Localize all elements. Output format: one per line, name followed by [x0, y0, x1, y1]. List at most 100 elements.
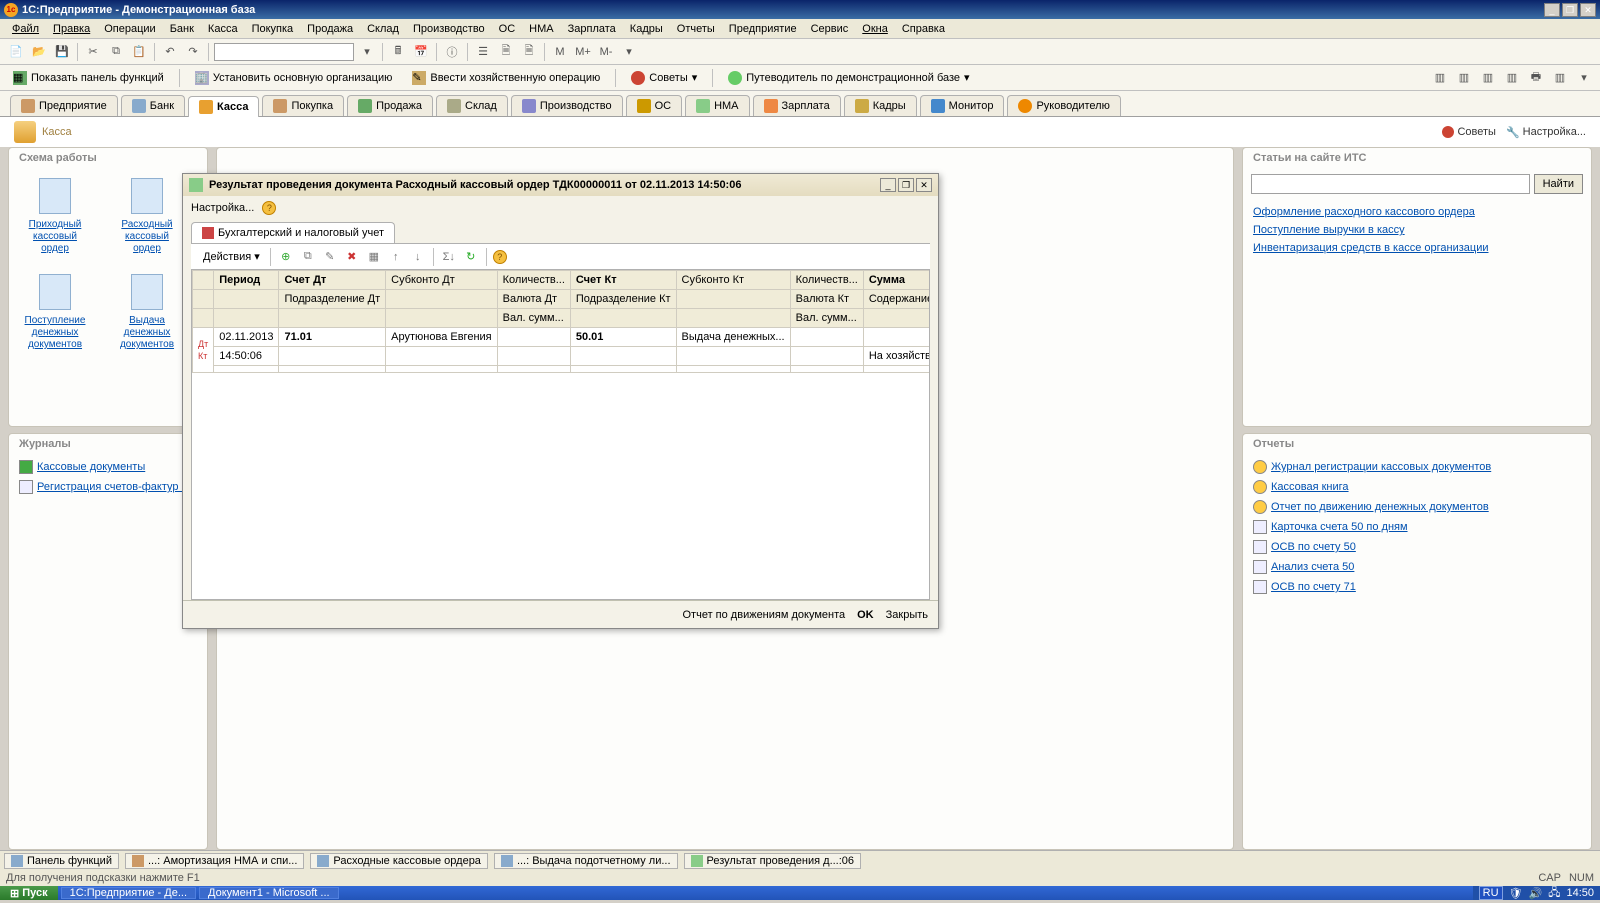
header-tips-button[interactable]: Советы [1442, 126, 1495, 139]
tab-enterprise[interactable]: Предприятие [10, 95, 118, 116]
m-button[interactable]: M [550, 42, 570, 62]
header-settings-button[interactable]: 🔧Настройка... [1506, 126, 1586, 139]
clock[interactable]: 14:50 [1566, 887, 1594, 899]
wtab-issue[interactable]: ...: Выдача подотчетному ли... [494, 853, 678, 869]
menu-kassa[interactable]: Касса [202, 21, 244, 37]
minimize-button[interactable]: _ [1544, 3, 1560, 17]
tab-kassa[interactable]: Касса [188, 96, 259, 117]
menu-reports[interactable]: Отчеты [671, 21, 721, 37]
tab-warehouse[interactable]: Склад [436, 95, 508, 116]
guide-button[interactable]: Путеводитель по демонстрационной базе▾ [721, 68, 976, 88]
report-link-4[interactable]: Карточка счета 50 по дням [1253, 520, 1581, 534]
doc2-icon[interactable]: 🗎 [519, 42, 539, 62]
paste-icon[interactable]: 📋 [129, 42, 149, 62]
refresh-icon[interactable]: ↻ [462, 248, 480, 266]
schema-item-outcome[interactable]: Расходный кассовый ордер [111, 178, 183, 254]
copy-row-icon[interactable]: ⧉ [299, 248, 317, 266]
tab-hr[interactable]: Кадры [844, 95, 917, 116]
footer-ok-button[interactable]: OK [857, 609, 874, 621]
help-icon[interactable]: ⓘ [442, 42, 462, 62]
tab-production[interactable]: Производство [511, 95, 623, 116]
redo-icon[interactable]: ↷ [183, 42, 203, 62]
report-link-2[interactable]: Кассовая книга [1253, 480, 1581, 494]
tab-purchase[interactable]: Покупка [262, 95, 344, 116]
doc-icon[interactable]: 🗎 [496, 42, 516, 62]
its-link-1[interactable]: Оформление расходного кассового ордера [1253, 206, 1581, 218]
wtab-result[interactable]: Результат проведения д...:06 [684, 853, 862, 869]
its-link-2[interactable]: Поступление выручки в кассу [1253, 224, 1581, 236]
actions-dropdown[interactable]: Действия ▾ [199, 248, 264, 265]
side-icon-6[interactable]: ▥ [1550, 68, 1570, 88]
report-link-7[interactable]: ОСВ по счету 71 [1253, 580, 1581, 594]
its-search-button[interactable]: Найти [1534, 174, 1583, 194]
tab-os[interactable]: ОС [626, 95, 683, 116]
schema-item-outflow[interactable]: Выдача денежных документов [111, 274, 183, 350]
delete-icon[interactable]: ✖ [343, 248, 361, 266]
menu-operations[interactable]: Операции [98, 21, 161, 37]
menu-bank[interactable]: Банк [164, 21, 200, 37]
side-icon-1[interactable]: ▥ [1430, 68, 1450, 88]
mplus-button[interactable]: M+ [573, 42, 593, 62]
list-icon[interactable]: ☰ [473, 42, 493, 62]
copy-icon[interactable]: ⧉ [106, 42, 126, 62]
open-icon[interactable]: 📂 [29, 42, 49, 62]
menu-service[interactable]: Сервис [805, 21, 855, 37]
menu-nma[interactable]: НМА [523, 21, 559, 37]
tab-nma[interactable]: НМА [685, 95, 749, 116]
tab-sale[interactable]: Продажа [347, 95, 433, 116]
wtab-rko[interactable]: Расходные кассовые ордера [310, 853, 488, 869]
mark-icon[interactable]: ▦ [365, 248, 383, 266]
side-icon-7[interactable]: ▾ [1574, 68, 1594, 88]
grid-help-icon[interactable]: ? [493, 250, 507, 264]
close-button[interactable]: ✕ [1580, 3, 1596, 17]
dialog-settings-link[interactable]: Настройка... [191, 202, 254, 214]
taskbar-item-1c[interactable]: 1С:Предприятие - Де... [61, 887, 196, 899]
mminus-button[interactable]: M- [596, 42, 616, 62]
menu-edit[interactable]: Правка [47, 21, 96, 37]
enter-op-button[interactable]: ✎Ввести хозяйственную операцию [405, 68, 607, 88]
wtab-panel[interactable]: Панель функций [4, 853, 119, 869]
side-icon-2[interactable]: ▥ [1454, 68, 1474, 88]
table-row[interactable]: ДтКт 02.11.2013 71.01 Арутюнова Евгения … [193, 328, 931, 347]
tray-icon[interactable]: 🔊 [1529, 887, 1543, 900]
search-next-icon[interactable]: ▾ [357, 42, 377, 62]
side-icon-4[interactable]: ▥ [1502, 68, 1522, 88]
dialog-tab-accounting[interactable]: Бухгалтерский и налоговый учет [191, 222, 395, 243]
its-link-3[interactable]: Инвентаризация средств в кассе организац… [1253, 242, 1581, 254]
start-button[interactable]: ⊞ Пуск [0, 886, 58, 900]
tab-salary[interactable]: Зарплата [753, 95, 841, 116]
schema-item-inflow[interactable]: Поступление денежных документов [19, 274, 91, 350]
up-icon[interactable]: ↑ [387, 248, 405, 266]
taskbar-item-word[interactable]: Документ1 - Microsoft ... [199, 887, 339, 899]
chevron-down-icon[interactable]: ▾ [619, 42, 639, 62]
tips-button[interactable]: Советы▾ [624, 68, 704, 88]
show-panel-button[interactable]: ▦Показать панель функций [6, 68, 171, 88]
tab-monitor[interactable]: Монитор [920, 95, 1005, 116]
calendar-icon[interactable]: 📅 [411, 42, 431, 62]
menu-help[interactable]: Справка [896, 21, 951, 37]
menu-production[interactable]: Производство [407, 21, 491, 37]
report-link-1[interactable]: Журнал регистрации кассовых документов [1253, 460, 1581, 474]
menu-salary[interactable]: Зарплата [562, 21, 622, 37]
journal-link-2[interactable]: Регистрация счетов-фактур на [19, 480, 197, 494]
new-icon[interactable]: 📄 [6, 42, 26, 62]
side-icon-3[interactable]: ▥ [1478, 68, 1498, 88]
footer-report-link[interactable]: Отчет по движениям документа [683, 609, 846, 621]
wtab-amort[interactable]: ...: Амортизация НМА и спи... [125, 853, 304, 869]
undo-icon[interactable]: ↶ [160, 42, 180, 62]
search-input[interactable] [214, 43, 354, 61]
its-search-input[interactable] [1251, 174, 1530, 194]
footer-close-button[interactable]: Закрыть [886, 609, 928, 621]
set-org-button[interactable]: 🏢Установить основную организацию [188, 68, 400, 88]
menu-os[interactable]: ОС [493, 21, 522, 37]
table-row[interactable] [193, 366, 931, 373]
edit-icon[interactable]: ✎ [321, 248, 339, 266]
menu-warehouse[interactable]: Склад [361, 21, 405, 37]
tray-icon[interactable]: 🛡 [1509, 887, 1523, 900]
calc-icon[interactable]: 🖩 [388, 42, 408, 62]
data-grid[interactable]: Период Счет Дт Субконто Дт Количеств... … [191, 269, 930, 600]
schema-item-income[interactable]: Приходный кассовый ордер [19, 178, 91, 254]
tab-manager[interactable]: Руководителю [1007, 95, 1120, 116]
menu-hr[interactable]: Кадры [624, 21, 669, 37]
dialog-maximize-button[interactable]: ❐ [898, 178, 914, 192]
